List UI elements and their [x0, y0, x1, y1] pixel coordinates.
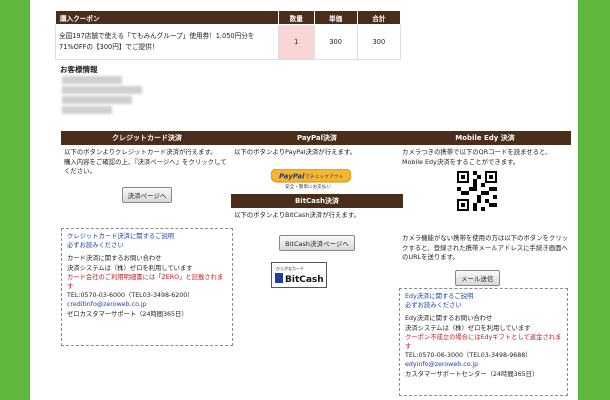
edy-note-body: Edy決済に関するお問い合わせ 決済システムは（株）ゼロを利用しています — [405, 315, 531, 332]
edy-note-tel: TEL:0570-06-3000（TEL03-3498-9688） — [405, 352, 532, 360]
credit-note-support: ゼロカスタマーサポート（24時間365日） — [67, 310, 188, 318]
credit-note: クレジットカード決済に関するご説明 必ずお読みください カード決済に関するお問い… — [61, 228, 233, 346]
edy-mail-button[interactable]: メール送信 — [455, 270, 500, 286]
order-item-total: 300 — [356, 24, 402, 60]
order-table: 購入クーポン 数量 単価 合計 全国197店舗で使える「てもみんグループ」使用券… — [55, 10, 402, 60]
bitcash-logo: ひらがなカード BitCash — [271, 262, 327, 288]
paypal-logo-sub: でチェックアウト — [305, 173, 344, 180]
edy-note-warning: クーポン不成立の場合にはEdyギフトとして返金されます — [405, 333, 562, 351]
order-header-unit: 単価 — [313, 10, 358, 25]
paypal-column: PayPal決済 以下のボタンよりPayPal決済が行えます。 — [231, 131, 403, 158]
qr-code-icon — [457, 171, 497, 211]
credit-note-mail[interactable]: creditinfo@zeroweb.co.jp — [67, 300, 227, 309]
customer-info-blurred — [62, 76, 152, 114]
edy-header: Mobile Edy 決済 — [399, 131, 571, 145]
bitcash-logo-small: ひらがなカード — [276, 265, 304, 271]
credit-note-warning: カード会社のご利用明細書には「ZERO」と記載されます — [67, 273, 224, 291]
order-header-coupon: 購入クーポン — [55, 10, 279, 25]
paypal-checkout-button[interactable]: PayPal でチェックアウト 安全・簡単にお支払い — [270, 168, 352, 191]
order-item-desc: 全国197店舗で使える「てもみんグループ」使用券！1,050円分を71%OFFの… — [55, 24, 279, 60]
credit-note-tel: TEL:0570-03-6000（TEL03-3498-6200） — [67, 292, 194, 300]
edy-note: Edy決済に関するご説明 必ずお読みください Edy決済に関するお問い合わせ 決… — [399, 288, 568, 396]
order-header-row: 購入クーポン 数量 単価 合計 — [55, 10, 402, 25]
order-header-total: 合計 — [356, 10, 402, 25]
order-item-row: 全国197店舗で使える「てもみんグループ」使用券！1,050円分を71%OFFの… — [55, 24, 402, 60]
bitcash-header: BitCash決済 — [231, 194, 403, 208]
credit-column: クレジットカード決済 以下のボタンよりクレジットカード決済が行えます。 購入内容… — [61, 131, 233, 203]
credit-payment-button[interactable]: 決済ページへ — [121, 186, 173, 203]
paypal-header: PayPal決済 — [231, 131, 403, 145]
edy-note-support: カスタマーサポートセンター（24時間365日） — [405, 370, 539, 378]
paypal-logo-text: PayPal — [279, 173, 305, 181]
credit-header: クレジットカード決済 — [61, 131, 233, 145]
bitcash-payment-button[interactable]: BitCash決済ページへ — [279, 234, 355, 251]
order-item-unit: 300 — [313, 24, 358, 60]
bitcash-logo-icon: ひらがなカード BitCash — [272, 263, 326, 287]
edy-note-title[interactable]: Edy決済に関するご説明 必ずお読みください — [405, 292, 562, 310]
credit-note-body: カード決済に関するお問い合わせ 決済システムは（株）ゼロを利用しています — [67, 255, 193, 272]
order-header-qty: 数量 — [277, 10, 315, 25]
edy-description-2: カメラ機能がない携帯を使用の方は以下のボタンをクリックすると、登録された携帯メー… — [402, 234, 569, 261]
edy-description: カメラつきの携帯で以下のQRコードを読ませると、Mobile Edy決済をするこ… — [402, 148, 552, 166]
bitcash-logo-text: BitCash — [285, 275, 324, 285]
bitcash-column: BitCash決済 以下のボタンよりBitCash決済が行えます。 BitCas… — [231, 194, 403, 251]
credit-description: 以下のボタンよりクレジットカード決済が行えます。 購入内容をご確認の上、『決済ペ… — [64, 148, 227, 175]
credit-note-title[interactable]: クレジットカード決済に関するご説明 必ずお読みください — [67, 232, 227, 250]
order-item-qty: 1 — [277, 24, 315, 60]
paypal-logo-small: 安全・簡単にお支払い — [285, 183, 331, 190]
bitcash-description: 以下のボタンよりBitCash決済が行えます。 — [234, 211, 360, 219]
edy-column: Mobile Edy 決済 カメラつきの携帯で以下のQRコードを読ませると、Mo… — [399, 131, 571, 167]
paypal-description: 以下のボタンよりPayPal決済が行えます。 — [234, 148, 357, 156]
customer-info-title: お客様情報 — [60, 65, 98, 74]
edy-note-mail[interactable]: edyinfo@zeroweb.co.jp — [405, 360, 562, 369]
paypal-logo-icon: PayPal でチェックアウト 安全・簡単にお支払い — [270, 168, 352, 190]
